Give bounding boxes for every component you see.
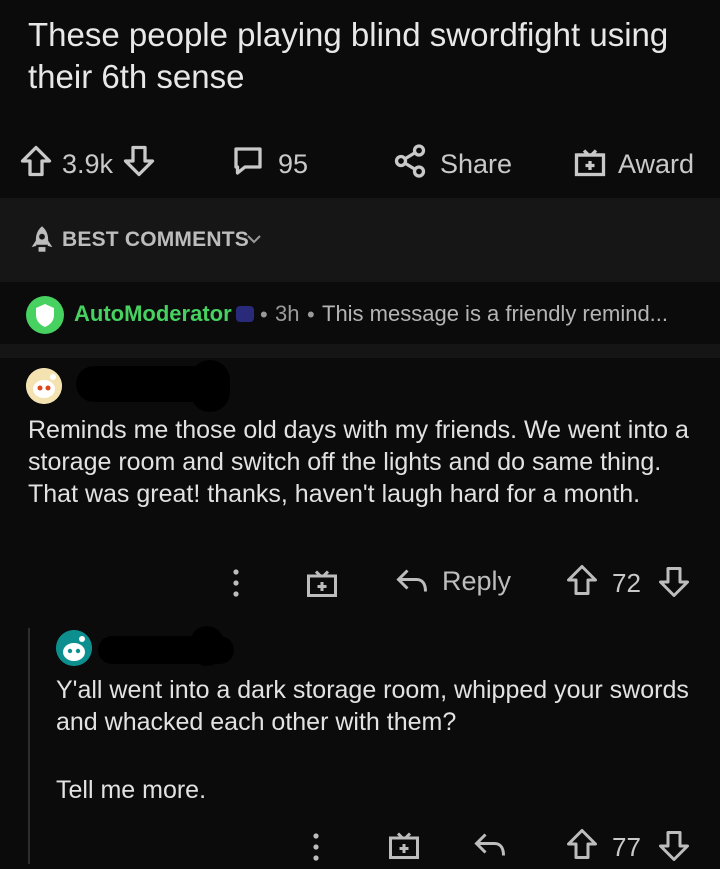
separator-dot: • [260,302,268,327]
gift-icon [572,143,608,186]
downvote-icon[interactable] [656,828,692,869]
section-divider [0,344,720,358]
post-title: These people playing blind swordfight us… [28,16,669,95]
share-button[interactable]: Share [392,138,512,190]
redacted-username [190,360,230,412]
comment-body-continued: Tell me more. [56,776,207,804]
avatar[interactable] [26,368,62,404]
vote-score: 77 [612,832,641,862]
award-label: Award [618,148,695,179]
post-action-bar: 3.9k 95 Share Award [0,138,720,194]
award-button[interactable]: Award [572,138,694,190]
reply-icon[interactable] [472,828,508,867]
sort-bar[interactable]: BEST COMMENTS [0,198,720,282]
automod-preview: This message is a friendly remind... [322,301,669,326]
reply-label[interactable]: Reply [442,566,511,597]
avatar[interactable] [56,630,92,666]
mod-badge-icon [236,306,254,322]
automod-time: 3h [275,301,300,326]
sort-label: BEST COMMENTS [62,228,249,251]
upvote-icon[interactable] [564,826,600,867]
more-options-icon[interactable] [224,566,248,605]
vote-score: 72 [612,568,641,598]
share-icon [392,143,428,186]
share-label: Share [440,148,513,179]
thread-line[interactable] [28,628,30,864]
shield-icon [26,296,64,339]
automod-username[interactable]: AutoModerator [74,301,232,327]
comment-body: Y'all went into a dark storage room, whi… [56,676,689,736]
vote-group: 3.9k [18,138,157,190]
separator-dot: • [307,302,315,327]
downvote-icon[interactable] [656,564,692,605]
gift-icon[interactable] [304,564,340,605]
redacted-username [190,626,224,666]
gift-icon[interactable] [386,826,422,867]
more-options-icon[interactable] [304,830,328,869]
upvote-icon[interactable] [18,143,54,186]
automod-comment-row[interactable]: AutoModerator • 3h • This message is a f… [0,282,720,345]
comment-count: 95 [278,148,309,179]
upvote-count: 3.9k [62,148,114,179]
comments-button[interactable]: 95 [230,138,308,190]
comment-body: Reminds me those old days with my friend… [28,416,689,508]
reply-icon[interactable] [394,564,430,603]
upvote-icon[interactable] [564,562,600,603]
downvote-icon[interactable] [121,143,157,186]
rocket-icon [28,224,56,259]
chevron-down-icon [246,232,262,250]
comment-icon [230,143,266,186]
